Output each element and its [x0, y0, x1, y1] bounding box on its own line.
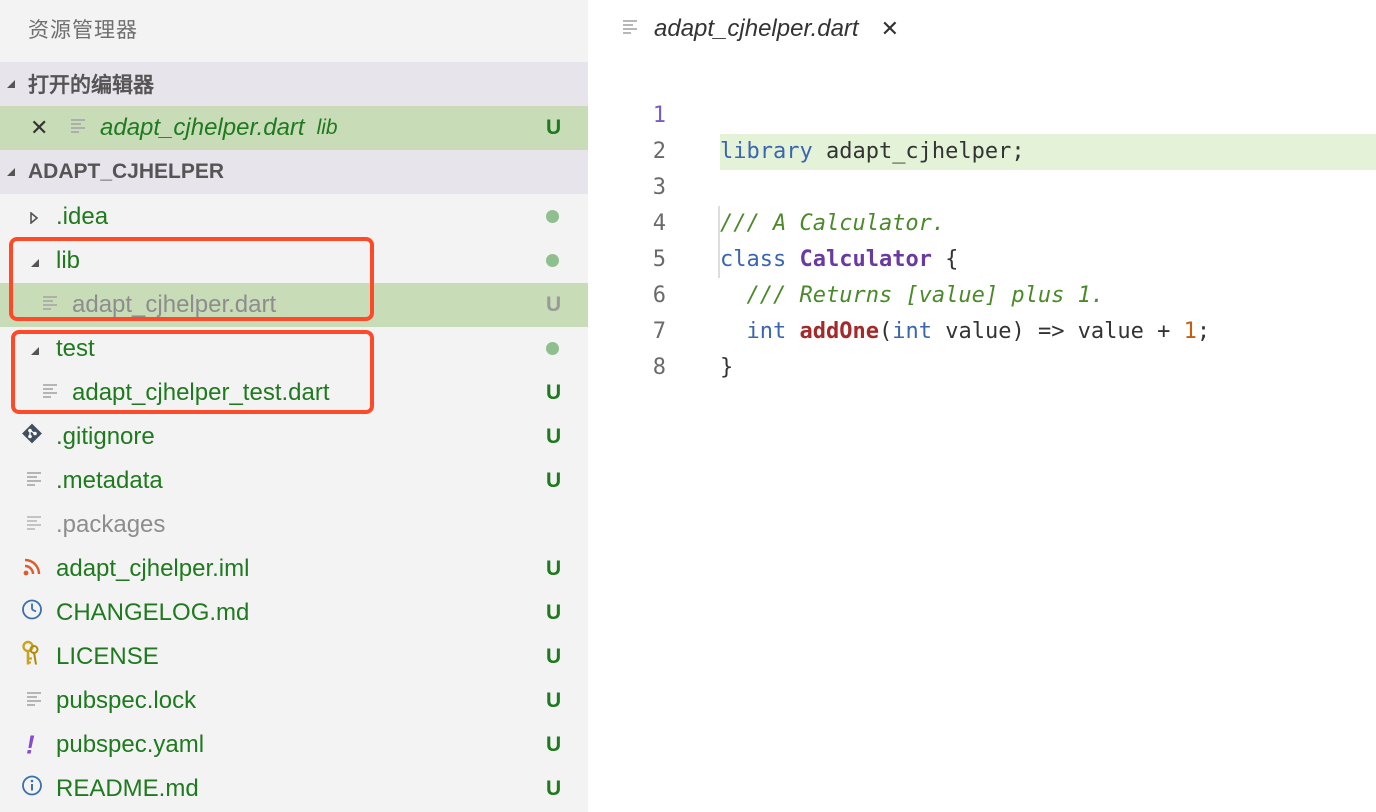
git-icon: [21, 423, 43, 452]
indent-guide: [718, 206, 720, 278]
explorer-title: 资源管理器: [28, 19, 138, 42]
code-line: 7 }: [588, 278, 1376, 380]
tree-item-label: LICENSE: [56, 643, 159, 670]
tree-item-label: adapt_cjhelper.iml: [56, 555, 250, 582]
caret-down-icon: [6, 79, 16, 89]
git-status-badge: U: [546, 381, 562, 404]
git-status-badge: U: [546, 557, 562, 580]
exclamation-icon: !: [26, 729, 35, 760]
open-editors-label: 打开的编辑器: [28, 74, 154, 97]
highlight-box-test: [11, 330, 374, 414]
modified-dot-icon: [546, 342, 559, 355]
tree-file-readme[interactable]: README.md U: [0, 767, 588, 811]
tree-file-changelog[interactable]: CHANGELOG.md U: [0, 591, 588, 635]
git-status-badge: U: [546, 293, 562, 316]
tab-label: adapt_cjhelper.dart: [654, 15, 859, 42]
clock-icon: [21, 599, 43, 628]
tree-file-packages[interactable]: .packages: [0, 503, 588, 547]
code-line: 1 library adapt_cjhelper;: [588, 62, 1376, 170]
project-label: ADAPT_CJHELPER: [28, 160, 225, 183]
git-status-badge: U: [546, 689, 562, 712]
git-status-badge: U: [546, 469, 562, 492]
code-line: 2: [588, 98, 1376, 164]
caret-down-icon: [6, 167, 16, 177]
tree-folder-idea[interactable]: .idea: [0, 195, 588, 239]
tree-file-pubspec-yaml[interactable]: ! pubspec.yaml U: [0, 723, 588, 767]
modified-dot-icon: [546, 254, 559, 267]
git-status-badge: U: [546, 425, 562, 448]
open-editors-header[interactable]: 打开的编辑器: [0, 62, 588, 106]
open-editor-item[interactable]: ✕ adapt_cjhelper.dart lib U: [0, 106, 588, 150]
info-icon: [21, 775, 43, 804]
tree-file-license[interactable]: LICENSE U: [0, 635, 588, 679]
code-line: 4 class Calculator {: [588, 170, 1376, 272]
editor-pane: adapt_cjhelper.dart ✕ 1 library adapt_cj…: [588, 0, 1376, 812]
tree-item-label: README.md: [56, 775, 199, 802]
modified-dot-icon: [546, 210, 559, 223]
close-icon[interactable]: ✕: [881, 16, 899, 42]
tree-file-pubspec-lock[interactable]: pubspec.lock U: [0, 679, 588, 723]
tree-file-iml[interactable]: adapt_cjhelper.iml U: [0, 547, 588, 591]
tree-file-metadata[interactable]: .metadata U: [0, 459, 588, 503]
file-lines-icon: [26, 467, 44, 495]
git-status-badge: U: [546, 645, 562, 668]
editor-tab[interactable]: adapt_cjhelper.dart ✕: [588, 0, 968, 58]
close-icon[interactable]: ✕: [30, 115, 48, 141]
tree-item-label: CHANGELOG.md: [56, 599, 250, 626]
file-lines-icon: [622, 18, 640, 41]
caret-right-icon: [30, 203, 39, 231]
tree-file-gitignore[interactable]: .gitignore U: [0, 415, 588, 459]
tree-item-label: pubspec.lock: [56, 687, 197, 714]
key-icon: [21, 640, 41, 674]
line-number: 8: [652, 355, 666, 380]
explorer-sidebar: 资源管理器 打开的编辑器 ✕ adapt_cjhelper.dart lib U…: [0, 0, 588, 812]
file-lines-icon: [26, 511, 44, 539]
git-status-badge: U: [546, 116, 562, 139]
git-status-badge: U: [546, 601, 562, 624]
code-line: 8: [588, 314, 1376, 380]
code-token: }: [720, 355, 734, 380]
code-line: 6 int addOne(int value) => value + 1;: [588, 242, 1376, 344]
rss-icon: [23, 555, 41, 583]
code-line: 3 /// A Calculator.: [588, 134, 1376, 236]
file-lines-icon: [26, 687, 44, 715]
tree-item-label: .metadata: [56, 467, 163, 494]
open-editor-hint: lib: [316, 116, 338, 139]
tree-item-label: .packages: [56, 511, 166, 538]
git-status-badge: U: [546, 733, 562, 756]
tree-item-label: .idea: [56, 203, 109, 230]
code-line: 5 /// Returns [value] plus 1.: [588, 206, 1376, 308]
tree-item-label: pubspec.yaml: [56, 731, 205, 758]
open-editor-name: adapt_cjhelper.dart: [100, 114, 305, 141]
highlight-box-lib: [9, 237, 374, 321]
project-header[interactable]: ADAPT_CJHELPER: [0, 150, 588, 194]
code-editor[interactable]: 1 library adapt_cjhelper; 2 3 /// A Calc…: [588, 62, 1376, 380]
tree-item-label: .gitignore: [56, 423, 155, 450]
file-lines-icon: [70, 114, 88, 142]
git-status-badge: U: [546, 777, 562, 800]
